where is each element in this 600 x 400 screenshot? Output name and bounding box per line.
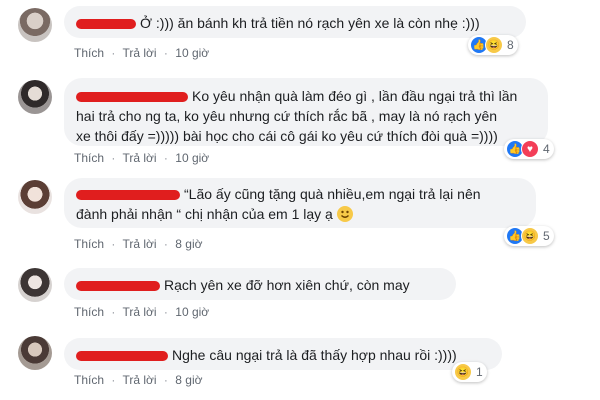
smile-emoji	[336, 206, 353, 222]
separator: ·	[111, 46, 116, 60]
reply-button[interactable]: Trả lời	[122, 151, 156, 165]
timestamp[interactable]: 8 giờ	[175, 373, 202, 387]
like-button[interactable]: Thích	[74, 305, 104, 319]
comment-line: hai trả cho ng ta, ko yêu nhưng cứ thích…	[76, 108, 498, 124]
like-button[interactable]: Thích	[74, 237, 104, 251]
redacted-name	[76, 92, 188, 103]
timestamp[interactable]: 8 giờ	[175, 237, 202, 251]
comment-actions: Thích · Trả lời · 8 giờ	[74, 373, 206, 387]
comment-actions: Thích · Trả lời · 10 giờ	[74, 305, 213, 319]
avatar[interactable]	[18, 336, 52, 370]
comment-line: Ko yêu nhận quà làm đéo gì , lần đầu ngạ…	[76, 86, 536, 106]
separator: ·	[163, 46, 168, 60]
comment-bubble: Nghe câu ngại trả là đã thấy hợp nhau rồ…	[64, 338, 502, 370]
comment-line: xe thôi đấy =))))) bài học cho cái cô gá…	[76, 128, 498, 144]
reply-button[interactable]: Trả lời	[122, 46, 156, 60]
reaction-count: 4	[543, 142, 550, 156]
haha-icon: 😆	[521, 227, 539, 245]
haha-icon: 😆	[454, 363, 472, 381]
like-button[interactable]: Thích	[74, 151, 104, 165]
haha-icon: 😆	[485, 36, 503, 54]
comment-actions: Thích · Trả lời · 10 giờ	[74, 151, 213, 165]
reaction-count: 5	[543, 229, 550, 243]
reactions-summary[interactable]: 👍 😆 5	[504, 226, 554, 246]
redacted-name	[76, 351, 168, 362]
reply-button[interactable]: Trả lời	[122, 237, 156, 251]
reaction-count: 8	[507, 38, 514, 52]
reactions-summary[interactable]: 👍 😆 8	[468, 35, 518, 55]
comment-actions: Thích · Trả lời · 8 giờ	[74, 237, 206, 251]
redacted-name	[76, 190, 180, 201]
separator: ·	[111, 305, 116, 319]
comment-bubble: Ko yêu nhận quà làm đéo gì , lần đầu ngạ…	[64, 78, 548, 146]
comment-bubble: “Lão ấy cũng tặng quà nhiều,em ngại trả …	[64, 178, 536, 228]
avatar[interactable]	[18, 8, 52, 42]
comment-line: “Lão ấy cũng tặng quà nhiều,em ngại trả …	[76, 184, 524, 204]
separator: ·	[163, 305, 168, 319]
reaction-count: 1	[476, 365, 483, 379]
timestamp[interactable]: 10 giờ	[175, 151, 209, 165]
comment-text: Ở :))) ăn bánh kh trả tiền nó rạch yên x…	[140, 15, 480, 31]
redacted-name	[76, 19, 136, 30]
comment-text: Nghe câu ngại trả là đã thấy hợp nhau rồ…	[172, 347, 457, 363]
like-button[interactable]: Thích	[74, 46, 104, 60]
separator: ·	[163, 373, 168, 387]
timestamp[interactable]: 10 giờ	[175, 46, 209, 60]
separator: ·	[163, 151, 168, 165]
like-button[interactable]: Thích	[74, 373, 104, 387]
comment-line: đành phải nhận “ chị nhận của em 1 lạy ạ	[76, 204, 524, 224]
avatar[interactable]	[18, 180, 52, 214]
separator: ·	[111, 237, 116, 251]
separator: ·	[163, 237, 168, 251]
reply-button[interactable]: Trả lời	[122, 305, 156, 319]
comment-bubble: Ở :))) ăn bánh kh trả tiền nó rạch yên x…	[64, 6, 526, 38]
comment-text: Rạch yên xe đỡ hơn xiên chứ, còn may	[164, 277, 410, 293]
avatar[interactable]	[18, 268, 52, 302]
reactions-summary[interactable]: 😆 1	[452, 362, 487, 382]
redacted-name	[76, 281, 160, 292]
reactions-summary[interactable]: 👍 ♥ 4	[504, 139, 554, 159]
avatar[interactable]	[18, 80, 52, 114]
separator: ·	[111, 151, 116, 165]
separator: ·	[111, 373, 116, 387]
love-icon: ♥	[521, 140, 539, 158]
timestamp[interactable]: 10 giờ	[175, 305, 209, 319]
reply-button[interactable]: Trả lời	[122, 373, 156, 387]
comment-actions: Thích · Trả lời · 10 giờ	[74, 46, 213, 60]
comment-bubble: Rạch yên xe đỡ hơn xiên chứ, còn may	[64, 268, 456, 300]
